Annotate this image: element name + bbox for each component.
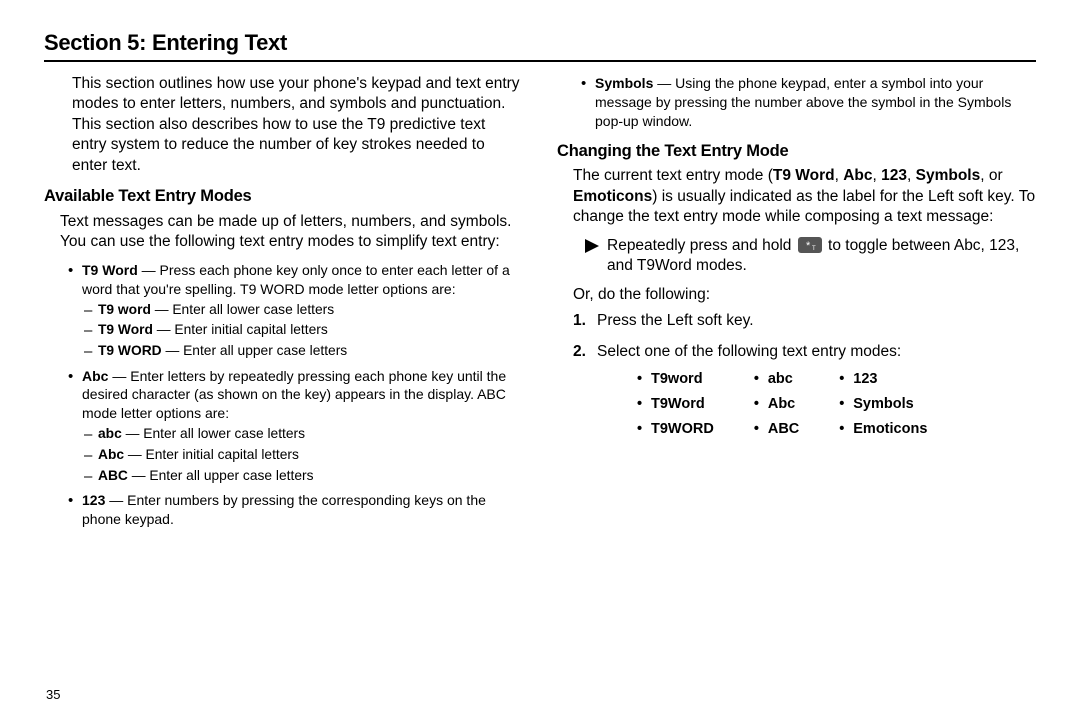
arrow-instruction: Repeatedly press and hold *T to toggle b… xyxy=(585,236,1036,277)
right-column: Symbols — Using the phone keypad, enter … xyxy=(557,74,1036,539)
left-column: This section outlines how use your phone… xyxy=(44,74,523,539)
star-key-icon: *T xyxy=(798,237,822,253)
label: Symbols xyxy=(595,75,653,91)
label: Abc xyxy=(82,368,108,384)
mode-option: Abc xyxy=(754,395,799,414)
mode-col-1: T9word T9Word T9WORD xyxy=(637,370,714,445)
two-column-layout: This section outlines how use your phone… xyxy=(44,74,1036,539)
intro-paragraph: This section outlines how use your phone… xyxy=(72,74,523,176)
mode-item-123: 123 — Enter numbers by pressing the corr… xyxy=(82,491,523,529)
mode-option: T9Word xyxy=(637,395,714,414)
available-modes-paragraph: Text messages can be made up of letters,… xyxy=(60,212,523,253)
mode-option: Emoticons xyxy=(839,420,927,439)
mode-option: 123 xyxy=(839,370,927,389)
manual-page: Section 5: Entering Text This section ou… xyxy=(0,0,1080,720)
text: — Using the phone keypad, enter a symbol… xyxy=(595,75,1011,129)
step-2: 2.Select one of the following text entry… xyxy=(573,342,1036,446)
abc-sub-item: abc — Enter all lower case letters xyxy=(98,425,523,444)
t9-sub-item: T9 word — Enter all lower case letters xyxy=(98,301,523,320)
t9-sublist: T9 word — Enter all lower case letters T… xyxy=(82,301,523,361)
or-line: Or, do the following: xyxy=(573,285,1036,305)
step-1: 1.Press the Left soft key. xyxy=(573,311,1036,331)
mode-col-3: 123 Symbols Emoticons xyxy=(839,370,927,445)
text: — Enter numbers by pressing the correspo… xyxy=(82,492,486,527)
changing-mode-paragraph: The current text entry mode (T9 Word, Ab… xyxy=(573,166,1036,227)
abc-sublist: abc — Enter all lower case letters Abc —… xyxy=(82,425,523,485)
mode-grid: T9word T9Word T9WORD abc Abc ABC 123 Sym… xyxy=(637,370,1036,445)
mode-item-abc: Abc — Enter letters by repeatedly pressi… xyxy=(82,367,523,486)
text: — Press each phone key only once to ente… xyxy=(82,262,510,297)
subheading-changing-mode: Changing the Text Entry Mode xyxy=(557,141,1036,163)
numbered-steps: 1.Press the Left soft key. 2.Select one … xyxy=(573,311,1036,445)
mode-item-t9word: T9 Word — Press each phone key only once… xyxy=(82,261,523,361)
mode-option: ABC xyxy=(754,420,799,439)
mode-option: T9word xyxy=(637,370,714,389)
mode-item-symbols: Symbols — Using the phone keypad, enter … xyxy=(595,74,1036,131)
arrow-instruction-text: Repeatedly press and hold *T to toggle b… xyxy=(607,236,1036,277)
modes-bullet-list-cont: Symbols — Using the phone keypad, enter … xyxy=(557,74,1036,131)
section-rule xyxy=(44,60,1036,62)
t9-sub-item: T9 Word — Enter initial capital letters xyxy=(98,321,523,340)
t9-sub-item: T9 WORD — Enter all upper case letters xyxy=(98,342,523,361)
modes-bullet-list: T9 Word — Press each phone key only once… xyxy=(44,261,523,529)
svg-text:*: * xyxy=(806,240,811,252)
section-title: Section 5: Entering Text xyxy=(44,30,1036,56)
text: — Enter letters by repeatedly pressing e… xyxy=(82,368,506,422)
abc-sub-item: Abc — Enter initial capital letters xyxy=(98,446,523,465)
mode-option: T9WORD xyxy=(637,420,714,439)
svg-text:T: T xyxy=(812,246,816,252)
label: 123 xyxy=(82,492,105,508)
mode-col-2: abc Abc ABC xyxy=(754,370,799,445)
subheading-available-modes: Available Text Entry Modes xyxy=(44,186,523,208)
page-number: 35 xyxy=(46,687,60,702)
mode-option: abc xyxy=(754,370,799,389)
label: T9 Word xyxy=(82,262,138,278)
mode-option: Symbols xyxy=(839,395,927,414)
play-arrow-icon xyxy=(585,239,599,253)
abc-sub-item: ABC — Enter all upper case letters xyxy=(98,467,523,486)
